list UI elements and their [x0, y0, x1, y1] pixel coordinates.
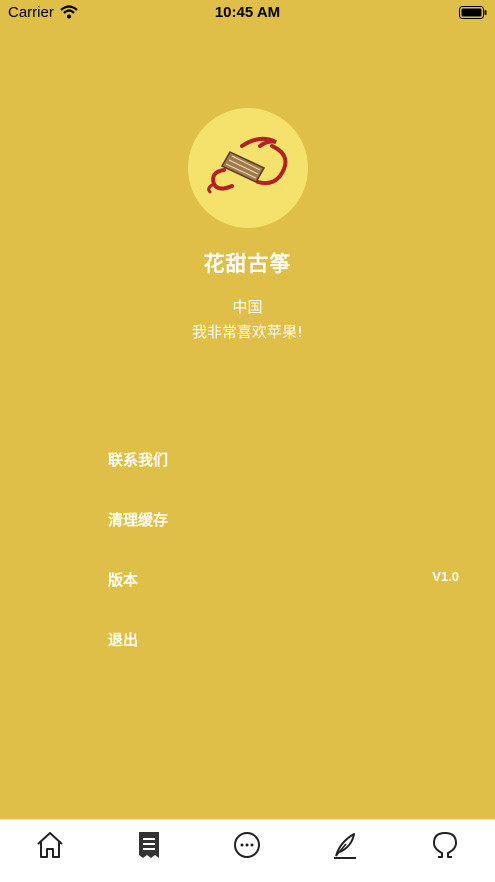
menu-item-clear-cache[interactable]: 清理缓存 — [0, 488, 495, 548]
menu-item-label: 清理缓存 — [108, 511, 169, 529]
avatar[interactable] — [187, 108, 308, 228]
menu-item-label: 联系我们 — [108, 451, 169, 469]
profile-section: 花甜古筝 中国 我非常喜欢苹果! — [0, 108, 495, 342]
settings-menu: 联系我们 清理缓存 版本 V1.0 退出 — [0, 428, 495, 668]
guzheng-logo-icon — [206, 136, 287, 194]
clock: 10:45 AM — [214, 4, 281, 21]
profile-location: 中国 — [232, 298, 263, 316]
version-value: V1.0 — [432, 569, 459, 584]
document-icon[interactable] — [134, 830, 164, 860]
profile-name: 花甜古筝 — [203, 252, 292, 276]
menu-item-logout[interactable]: 退出 — [0, 608, 495, 668]
menu-item-version[interactable]: 版本 V1.0 — [0, 548, 495, 608]
chat-icon[interactable] — [232, 830, 262, 860]
menu-item-contact-us[interactable]: 联系我们 — [0, 428, 495, 488]
profile-motto: 我非常喜欢苹果! — [191, 323, 303, 341]
profile-icon[interactable] — [430, 830, 460, 860]
battery-icon — [459, 6, 487, 19]
tab-bar — [0, 819, 495, 882]
status-bar: Carrier 10:45 AM — [0, 0, 495, 26]
menu-item-label: 退出 — [108, 631, 139, 649]
quill-icon[interactable] — [330, 830, 360, 860]
home-icon[interactable] — [35, 830, 65, 860]
menu-item-label: 版本 — [108, 571, 139, 589]
